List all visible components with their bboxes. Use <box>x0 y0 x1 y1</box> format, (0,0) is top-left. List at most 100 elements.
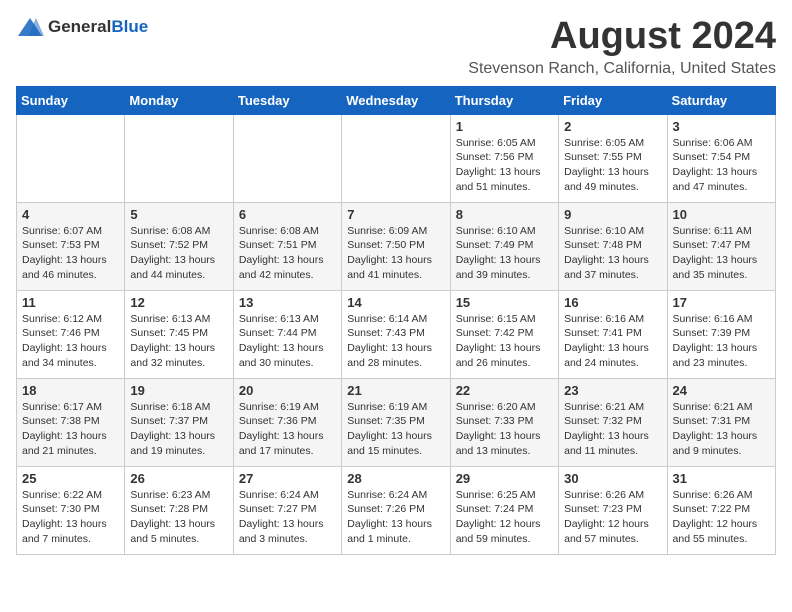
day-number: 18 <box>22 383 119 398</box>
day-number: 7 <box>347 207 444 222</box>
calendar-week-1: 1Sunrise: 6:05 AM Sunset: 7:56 PM Daylig… <box>17 114 776 202</box>
calendar-cell: 9 Sunrise: 6:10 AM Sunset: 7:48 PM Daylig… <box>559 202 667 290</box>
calendar-table: SundayMondayTuesdayWednesdayThursdayFrid… <box>16 86 776 555</box>
day-info: Sunrise: 6:10 AM Sunset: 7:48 PM Dayligh… <box>564 224 661 283</box>
calendar-cell <box>233 114 341 202</box>
day-number: 9 <box>564 207 661 222</box>
day-number: 1 <box>456 119 553 134</box>
calendar-cell: 25Sunrise: 6:22 AM Sunset: 7:30 PM Dayli… <box>17 466 125 554</box>
day-info: Sunrise: 6:17 AM Sunset: 7:38 PM Dayligh… <box>22 400 119 459</box>
day-number: 11 <box>22 295 119 310</box>
logo: GeneralBlue <box>16 16 148 38</box>
day-info: Sunrise: 6:25 AM Sunset: 7:24 PM Dayligh… <box>456 488 553 547</box>
day-info: Sunrise: 6:21 AM Sunset: 7:31 PM Dayligh… <box>673 400 770 459</box>
day-info: Sunrise: 6:18 AM Sunset: 7:37 PM Dayligh… <box>130 400 227 459</box>
logo-icon <box>16 16 44 38</box>
day-number: 19 <box>130 383 227 398</box>
calendar-cell: 8Sunrise: 6:10 AM Sunset: 7:49 PM Daylig… <box>450 202 558 290</box>
weekday-header-thursday: Thursday <box>450 86 558 114</box>
logo-general: General <box>48 17 111 36</box>
calendar-cell: 22Sunrise: 6:20 AM Sunset: 7:33 PM Dayli… <box>450 378 558 466</box>
day-info: Sunrise: 6:23 AM Sunset: 7:28 PM Dayligh… <box>130 488 227 547</box>
day-number: 15 <box>456 295 553 310</box>
day-info: Sunrise: 6:15 AM Sunset: 7:42 PM Dayligh… <box>456 312 553 371</box>
day-info: Sunrise: 6:26 AM Sunset: 7:23 PM Dayligh… <box>564 488 661 547</box>
calendar-cell: 15 Sunrise: 6:15 AM Sunset: 7:42 PM Dayli… <box>450 290 558 378</box>
day-info: Sunrise: 6:19 AM Sunset: 7:35 PM Dayligh… <box>347 400 444 459</box>
day-number: 30 <box>564 471 661 486</box>
weekday-header-sunday: Sunday <box>17 86 125 114</box>
calendar-week-4: 18 Sunrise: 6:17 AM Sunset: 7:38 PM Dayli… <box>17 378 776 466</box>
day-info: Sunrise: 6:07 AM Sunset: 7:53 PM Dayligh… <box>22 224 119 283</box>
calendar-cell: 26 Sunrise: 6:23 AM Sunset: 7:28 PM Dayli… <box>125 466 233 554</box>
page-header: GeneralBlue August 2024 Stevenson Ranch,… <box>16 16 776 78</box>
calendar-cell: 2Sunrise: 6:05 AM Sunset: 7:55 PM Daylig… <box>559 114 667 202</box>
calendar-cell: 10 Sunrise: 6:11 AM Sunset: 7:47 PM Dayli… <box>667 202 775 290</box>
day-info: Sunrise: 6:24 AM Sunset: 7:26 PM Dayligh… <box>347 488 444 547</box>
calendar-cell: 1Sunrise: 6:05 AM Sunset: 7:56 PM Daylig… <box>450 114 558 202</box>
title-area: August 2024 Stevenson Ranch, California,… <box>468 16 776 78</box>
main-title: August 2024 <box>468 16 776 58</box>
day-number: 12 <box>130 295 227 310</box>
calendar-cell: 4 Sunrise: 6:07 AM Sunset: 7:53 PM Daylig… <box>17 202 125 290</box>
day-info: Sunrise: 6:14 AM Sunset: 7:43 PM Dayligh… <box>347 312 444 371</box>
day-info: Sunrise: 6:10 AM Sunset: 7:49 PM Dayligh… <box>456 224 553 283</box>
weekday-header-saturday: Saturday <box>667 86 775 114</box>
day-number: 14 <box>347 295 444 310</box>
day-info: Sunrise: 6:24 AM Sunset: 7:27 PM Dayligh… <box>239 488 336 547</box>
calendar-cell: 28 Sunrise: 6:24 AM Sunset: 7:26 PM Dayli… <box>342 466 450 554</box>
calendar-cell: 23 Sunrise: 6:21 AM Sunset: 7:32 PM Dayli… <box>559 378 667 466</box>
calendar-cell: 17Sunrise: 6:16 AM Sunset: 7:39 PM Dayli… <box>667 290 775 378</box>
day-info: Sunrise: 6:26 AM Sunset: 7:22 PM Dayligh… <box>673 488 770 547</box>
calendar-cell: 27 Sunrise: 6:24 AM Sunset: 7:27 PM Dayli… <box>233 466 341 554</box>
day-info: Sunrise: 6:09 AM Sunset: 7:50 PM Dayligh… <box>347 224 444 283</box>
day-info: Sunrise: 6:11 AM Sunset: 7:47 PM Dayligh… <box>673 224 770 283</box>
day-info: Sunrise: 6:06 AM Sunset: 7:54 PM Dayligh… <box>673 136 770 195</box>
day-info: Sunrise: 6:21 AM Sunset: 7:32 PM Dayligh… <box>564 400 661 459</box>
day-info: Sunrise: 6:12 AM Sunset: 7:46 PM Dayligh… <box>22 312 119 371</box>
day-number: 20 <box>239 383 336 398</box>
day-info: Sunrise: 6:08 AM Sunset: 7:52 PM Dayligh… <box>130 224 227 283</box>
day-number: 24 <box>673 383 770 398</box>
calendar-cell: 14 Sunrise: 6:14 AM Sunset: 7:43 PM Dayli… <box>342 290 450 378</box>
day-info: Sunrise: 6:20 AM Sunset: 7:33 PM Dayligh… <box>456 400 553 459</box>
day-number: 16 <box>564 295 661 310</box>
day-number: 31 <box>673 471 770 486</box>
calendar-week-5: 25Sunrise: 6:22 AM Sunset: 7:30 PM Dayli… <box>17 466 776 554</box>
calendar-cell: 20 Sunrise: 6:19 AM Sunset: 7:36 PM Dayli… <box>233 378 341 466</box>
weekday-header-wednesday: Wednesday <box>342 86 450 114</box>
day-number: 26 <box>130 471 227 486</box>
subtitle: Stevenson Ranch, California, United Stat… <box>468 60 776 78</box>
calendar-cell: 24 Sunrise: 6:21 AM Sunset: 7:31 PM Dayli… <box>667 378 775 466</box>
day-number: 10 <box>673 207 770 222</box>
day-number: 27 <box>239 471 336 486</box>
calendar-cell: 12Sunrise: 6:13 AM Sunset: 7:45 PM Dayli… <box>125 290 233 378</box>
day-number: 29 <box>456 471 553 486</box>
calendar-cell: 21 Sunrise: 6:19 AM Sunset: 7:35 PM Dayli… <box>342 378 450 466</box>
day-number: 4 <box>22 207 119 222</box>
weekday-header-row: SundayMondayTuesdayWednesdayThursdayFrid… <box>17 86 776 114</box>
day-info: Sunrise: 6:22 AM Sunset: 7:30 PM Dayligh… <box>22 488 119 547</box>
day-number: 28 <box>347 471 444 486</box>
calendar-cell: 13Sunrise: 6:13 AM Sunset: 7:44 PM Dayli… <box>233 290 341 378</box>
day-info: Sunrise: 6:08 AM Sunset: 7:51 PM Dayligh… <box>239 224 336 283</box>
calendar-cell: 5Sunrise: 6:08 AM Sunset: 7:52 PM Daylig… <box>125 202 233 290</box>
calendar-cell: 29 Sunrise: 6:25 AM Sunset: 7:24 PM Dayli… <box>450 466 558 554</box>
day-number: 3 <box>673 119 770 134</box>
calendar-cell: 31 Sunrise: 6:26 AM Sunset: 7:22 PM Dayli… <box>667 466 775 554</box>
day-info: Sunrise: 6:13 AM Sunset: 7:44 PM Dayligh… <box>239 312 336 371</box>
logo-blue: Blue <box>111 17 148 36</box>
calendar-week-2: 4 Sunrise: 6:07 AM Sunset: 7:53 PM Daylig… <box>17 202 776 290</box>
calendar-week-3: 11 Sunrise: 6:12 AM Sunset: 7:46 PM Dayli… <box>17 290 776 378</box>
weekday-header-monday: Monday <box>125 86 233 114</box>
day-info: Sunrise: 6:16 AM Sunset: 7:39 PM Dayligh… <box>673 312 770 371</box>
calendar-cell: 18 Sunrise: 6:17 AM Sunset: 7:38 PM Dayli… <box>17 378 125 466</box>
day-info: Sunrise: 6:05 AM Sunset: 7:55 PM Dayligh… <box>564 136 661 195</box>
calendar-header: SundayMondayTuesdayWednesdayThursdayFrid… <box>17 86 776 114</box>
day-info: Sunrise: 6:16 AM Sunset: 7:41 PM Dayligh… <box>564 312 661 371</box>
day-info: Sunrise: 6:19 AM Sunset: 7:36 PM Dayligh… <box>239 400 336 459</box>
calendar-cell: 19 Sunrise: 6:18 AM Sunset: 7:37 PM Dayli… <box>125 378 233 466</box>
calendar-cell <box>342 114 450 202</box>
day-number: 21 <box>347 383 444 398</box>
day-number: 23 <box>564 383 661 398</box>
